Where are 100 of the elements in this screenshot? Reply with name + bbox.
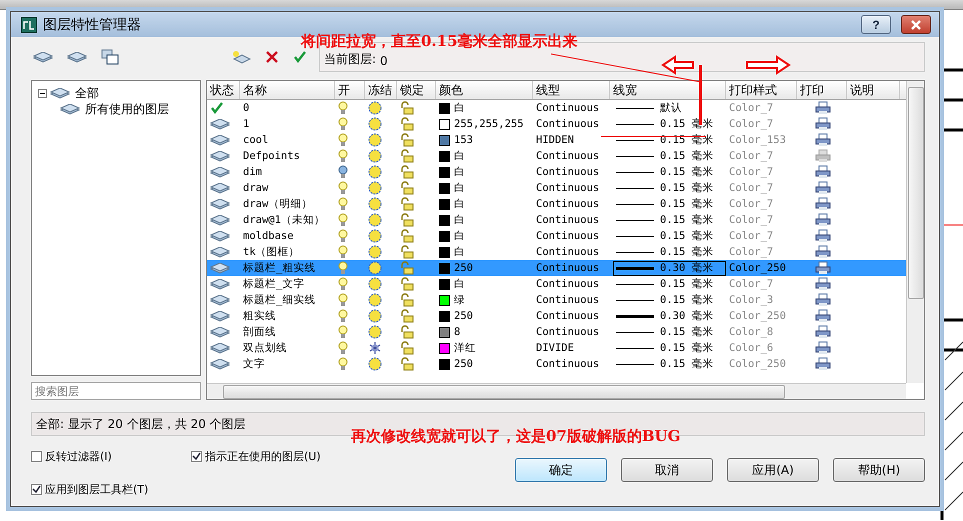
printer-icon[interactable] xyxy=(815,165,831,179)
sun-icon[interactable] xyxy=(368,293,382,307)
column-header[interactable]: 线型 xyxy=(533,81,610,99)
padlock-icon[interactable] xyxy=(400,245,414,259)
table-row[interactable]: draw（明细） 白 Continuous 0.15 毫米 Color_7 xyxy=(207,196,906,212)
column-header[interactable]: 名称 xyxy=(240,81,335,99)
padlock-icon[interactable] xyxy=(400,213,414,227)
bulb-icon[interactable] xyxy=(338,133,348,147)
table-row[interactable]: Defpoints 白 Continuous 0.15 毫米 Color_7 xyxy=(207,148,906,164)
checkbox[interactable] xyxy=(191,450,202,462)
printer-icon[interactable] xyxy=(815,133,831,147)
column-header[interactable]: 打印样式 xyxy=(726,81,797,99)
color-swatch[interactable] xyxy=(439,326,450,338)
padlock-icon[interactable] xyxy=(400,293,414,307)
printer-icon[interactable] xyxy=(815,117,831,131)
column-header[interactable]: 颜色 xyxy=(436,81,533,99)
padlock-icon[interactable] xyxy=(400,277,414,291)
column-header[interactable]: 锁定 xyxy=(397,81,436,99)
column-header[interactable]: 状态 xyxy=(207,81,240,99)
table-row[interactable]: moldbase 白 Continuous 0.15 毫米 Color_7 xyxy=(207,228,906,244)
color-swatch[interactable] xyxy=(439,230,450,242)
printer-icon[interactable] xyxy=(815,197,831,211)
checkbox[interactable] xyxy=(31,484,42,494)
color-swatch[interactable] xyxy=(439,150,450,162)
bulb-icon[interactable] xyxy=(338,149,348,163)
sun-icon[interactable] xyxy=(368,277,382,291)
bulb-icon[interactable] xyxy=(338,165,348,179)
color-swatch[interactable] xyxy=(439,102,450,114)
printer-icon[interactable] xyxy=(815,245,831,259)
bulb-icon[interactable] xyxy=(338,229,348,243)
printer-icon[interactable] xyxy=(815,341,831,355)
color-swatch[interactable] xyxy=(439,134,450,146)
column-header[interactable]: 打印 xyxy=(797,81,847,99)
sun-icon[interactable] xyxy=(368,357,382,371)
table-row[interactable]: 标题栏_细实线 绿 Continuous 0.15 毫米 Color_3 xyxy=(207,292,906,308)
printer-icon[interactable] xyxy=(815,229,831,243)
table-row[interactable]: draw@1（未知） 白 Continuous 0.15 毫米 Color_7 xyxy=(207,212,906,228)
collapse-icon[interactable] xyxy=(38,88,47,98)
sun-icon[interactable] xyxy=(368,181,382,195)
color-swatch[interactable] xyxy=(439,310,450,322)
bulb-icon[interactable] xyxy=(338,101,348,115)
sun-icon[interactable] xyxy=(368,133,382,147)
color-swatch[interactable] xyxy=(439,358,450,370)
table-row[interactable]: 标题栏_粗实线 250 Continuous 0.30 毫米 Color_250 xyxy=(207,260,906,276)
table-row[interactable]: tk（图框） 白 Continuous 0.15 毫米 Color_7 xyxy=(207,244,906,260)
dialog-button[interactable]: 应用(A) xyxy=(727,458,819,482)
padlock-icon[interactable] xyxy=(400,133,414,147)
column-header[interactable]: 冻结 xyxy=(365,81,397,99)
padlock-icon[interactable] xyxy=(400,149,414,163)
bulb-icon[interactable] xyxy=(338,309,348,323)
checkbox[interactable] xyxy=(31,450,42,462)
sun-icon[interactable] xyxy=(368,165,382,179)
sun-icon[interactable] xyxy=(368,309,382,323)
sun-icon[interactable] xyxy=(368,325,382,339)
color-swatch[interactable] xyxy=(439,214,450,226)
column-header[interactable]: 开 xyxy=(335,81,365,99)
bulb-icon[interactable] xyxy=(338,245,348,259)
printer-icon[interactable] xyxy=(815,101,831,115)
dialog-button[interactable]: 取消 xyxy=(621,458,713,482)
sun-icon[interactable] xyxy=(368,261,382,275)
bulb-icon[interactable] xyxy=(338,357,348,371)
printer-icon[interactable] xyxy=(815,213,831,227)
color-swatch[interactable] xyxy=(439,342,450,354)
color-swatch[interactable] xyxy=(439,278,450,290)
bulb-icon[interactable] xyxy=(338,341,348,355)
printer-icon[interactable] xyxy=(815,181,831,195)
padlock-icon[interactable] xyxy=(400,261,414,275)
table-row[interactable]: 剖面线 8 Continuous 0.15 毫米 Color_8 xyxy=(207,324,906,340)
padlock-icon[interactable] xyxy=(400,309,414,323)
sun-icon[interactable] xyxy=(368,101,382,115)
table-row[interactable]: 标题栏_文字 白 Continuous 0.15 毫米 Color_7 xyxy=(207,276,906,292)
dialog-button[interactable]: 确定 xyxy=(515,458,607,482)
padlock-icon[interactable] xyxy=(400,181,414,195)
tree-item[interactable]: 所有使用的图层 xyxy=(83,100,171,118)
vertical-scrollbar[interactable] xyxy=(906,81,924,383)
sun-icon[interactable] xyxy=(368,149,382,163)
color-swatch[interactable] xyxy=(439,118,450,130)
layer-states-button[interactable] xyxy=(99,47,121,67)
color-swatch[interactable] xyxy=(439,166,450,178)
color-swatch[interactable] xyxy=(439,246,450,258)
padlock-icon[interactable] xyxy=(400,101,414,115)
bulb-icon[interactable] xyxy=(338,293,348,307)
padlock-icon[interactable] xyxy=(400,341,414,355)
color-swatch[interactable] xyxy=(439,182,450,194)
padlock-icon[interactable] xyxy=(400,229,414,243)
padlock-icon[interactable] xyxy=(400,165,414,179)
padlock-icon[interactable] xyxy=(400,197,414,211)
color-swatch[interactable] xyxy=(439,198,450,210)
table-row[interactable]: 粗实线 250 Continuous 0.30 毫米 Color_250 xyxy=(207,308,906,324)
table-row[interactable]: 双点划线 洋红 DIVIDE 0.15 毫米 Color_6 xyxy=(207,340,906,356)
bulb-icon[interactable] xyxy=(338,277,348,291)
bulb-icon[interactable] xyxy=(338,213,348,227)
snowflake-icon[interactable] xyxy=(368,341,382,355)
color-swatch[interactable] xyxy=(439,262,450,274)
printer-icon[interactable] xyxy=(815,357,831,371)
bulb-icon[interactable] xyxy=(338,261,348,275)
bulb-icon[interactable] xyxy=(338,181,348,195)
dialog-button[interactable]: 帮助(H) xyxy=(833,458,925,482)
table-row[interactable]: 0 白 Continuous 默认 Color_7 xyxy=(207,100,906,116)
printer-icon[interactable] xyxy=(815,293,831,307)
